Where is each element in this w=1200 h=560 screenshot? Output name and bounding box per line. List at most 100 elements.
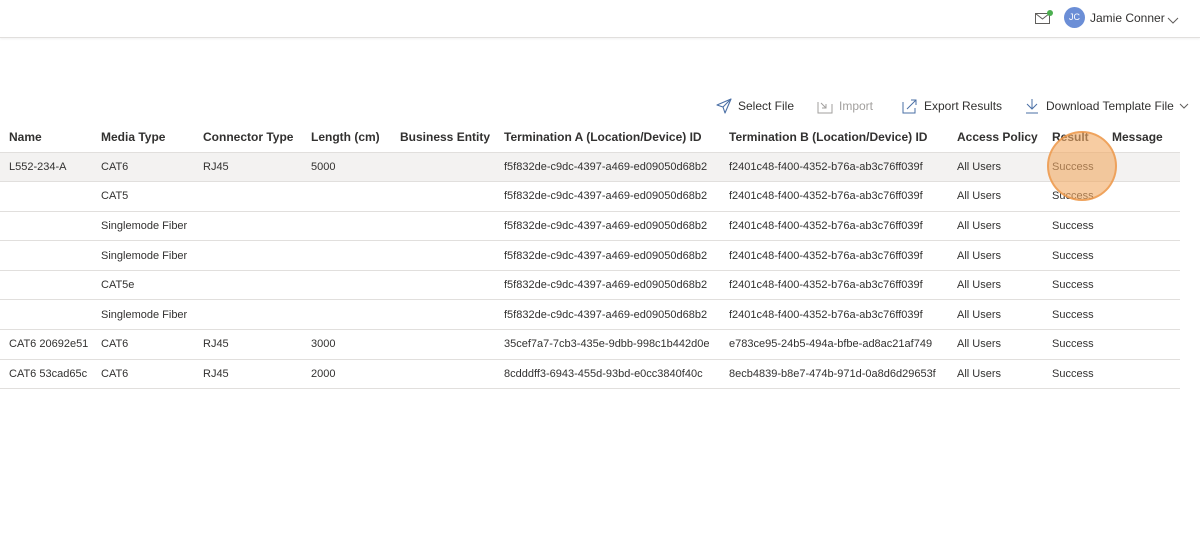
cell-length xyxy=(302,211,391,242)
cell-connector-type: RJ45 xyxy=(194,152,302,183)
cell-termination-a: 35cef7a7-7cb3-435e-9dbb-998c1b442d0e xyxy=(495,329,720,360)
cell-media-type: Singlemode Fiber xyxy=(92,240,194,271)
cell-name: CAT6 53cad65c xyxy=(0,359,92,390)
column-header-termination-b[interactable]: Termination B (Location/Device) ID xyxy=(720,123,948,153)
cell-termination-b: 8ecb4839-b8e7-474b-971d-0a8d6d29653f xyxy=(720,359,948,390)
cell-name: CAT6 20692e51 xyxy=(0,329,92,360)
cell-connector-type xyxy=(194,240,302,271)
cell-termination-b: f2401c48-f400-4352-b76a-ab3c76ff039f xyxy=(720,181,948,212)
cell-length: 2000 xyxy=(302,359,391,390)
cell-media-type: Singlemode Fiber xyxy=(92,299,194,331)
cell-business-entity xyxy=(391,181,495,212)
column-header-connector-type[interactable]: Connector Type xyxy=(194,123,302,153)
notification-dot-icon xyxy=(1047,10,1053,16)
cell-termination-a: f5f832de-c9dc-4397-a469-ed09050d68b2 xyxy=(495,211,720,242)
cell-result: Success xyxy=(1043,211,1103,242)
export-results-label: Export Results xyxy=(924,99,1003,113)
cell-access-policy: All Users xyxy=(948,152,1043,183)
cell-business-entity xyxy=(391,211,495,242)
cell-business-entity xyxy=(391,359,495,390)
cell-access-policy: All Users xyxy=(948,329,1043,360)
cell-result: Success xyxy=(1043,152,1103,183)
avatar[interactable]: JC xyxy=(1064,7,1085,28)
table-row[interactable]: Singlemode Fiber f5f832de-c9dc-4397-a469… xyxy=(0,240,1180,271)
import-label: Import xyxy=(839,99,874,113)
cell-access-policy: All Users xyxy=(948,359,1043,390)
chevron-down-icon[interactable] xyxy=(1179,102,1189,110)
chevron-down-icon[interactable] xyxy=(1167,12,1179,24)
cell-message xyxy=(1103,270,1180,301)
import-button[interactable]: Import xyxy=(817,95,873,117)
cell-termination-a: f5f832de-c9dc-4397-a469-ed09050d68b2 xyxy=(495,181,720,212)
table-row[interactable]: Singlemode Fiber f5f832de-c9dc-4397-a469… xyxy=(0,211,1180,242)
column-header-message[interactable]: Message xyxy=(1103,123,1180,153)
cell-business-entity xyxy=(391,152,495,183)
cell-result: Success xyxy=(1043,181,1103,212)
select-file-button[interactable]: Select File xyxy=(716,95,794,117)
cell-media-type: CAT6 xyxy=(92,359,194,390)
cell-termination-b: f2401c48-f400-4352-b76a-ab3c76ff039f xyxy=(720,152,948,183)
cell-media-type: Singlemode Fiber xyxy=(92,211,194,242)
column-header-length[interactable]: Length (cm) xyxy=(302,123,391,153)
cell-message xyxy=(1103,240,1180,271)
cell-message xyxy=(1103,329,1180,360)
cell-name xyxy=(0,181,92,212)
top-header-bar: JC Jamie Conner xyxy=(0,0,1200,38)
cell-message xyxy=(1103,152,1180,183)
user-name[interactable]: Jamie Conner xyxy=(1090,11,1165,25)
mail-icon[interactable] xyxy=(1034,9,1054,27)
cell-termination-b: f2401c48-f400-4352-b76a-ab3c76ff039f xyxy=(720,211,948,242)
cell-length: 5000 xyxy=(302,152,391,183)
table-header-row: Name Media Type Connector Type Length (c… xyxy=(0,123,1180,153)
column-header-media-type[interactable]: Media Type xyxy=(92,123,194,153)
cell-termination-b: f2401c48-f400-4352-b76a-ab3c76ff039f xyxy=(720,299,948,331)
cell-name xyxy=(0,240,92,271)
cell-termination-a: f5f832de-c9dc-4397-a469-ed09050d68b2 xyxy=(495,270,720,301)
cell-access-policy: All Users xyxy=(948,211,1043,242)
column-header-termination-a[interactable]: Termination A (Location/Device) ID xyxy=(495,123,720,153)
cell-result: Success xyxy=(1043,329,1103,360)
cell-connector-type xyxy=(194,299,302,331)
cell-media-type: CAT6 xyxy=(92,152,194,183)
cell-length xyxy=(302,181,391,212)
cell-termination-a: 8cdddff3-6943-455d-93bd-e0cc3840f40c xyxy=(495,359,720,390)
import-icon xyxy=(817,102,833,114)
download-template-button[interactable]: Download Template File xyxy=(1024,95,1189,117)
table-row[interactable]: CAT6 20692e51 CAT6 RJ45 3000 35cef7a7-7c… xyxy=(0,329,1180,360)
cell-termination-b: e783ce95-24b5-494a-bfbe-ad8ac21af749 xyxy=(720,329,948,360)
table-row[interactable]: CAT5e f5f832de-c9dc-4397-a469-ed09050d68… xyxy=(0,270,1180,301)
cell-message xyxy=(1103,211,1180,242)
cell-name xyxy=(0,299,92,331)
table-row[interactable]: Singlemode Fiber f5f832de-c9dc-4397-a469… xyxy=(0,299,1180,331)
cell-access-policy: All Users xyxy=(948,181,1043,212)
table-row[interactable]: CAT6 53cad65c CAT6 RJ45 2000 8cdddff3-69… xyxy=(0,359,1180,390)
cell-result: Success xyxy=(1043,240,1103,271)
cell-length xyxy=(302,299,391,331)
cell-name xyxy=(0,211,92,242)
cell-name xyxy=(0,270,92,301)
download-icon xyxy=(1026,99,1038,114)
export-results-button[interactable]: Export Results xyxy=(902,95,1002,117)
import-results-table: Name Media Type Connector Type Length (c… xyxy=(0,123,1180,390)
cell-length xyxy=(302,270,391,301)
cell-media-type: CAT6 xyxy=(92,329,194,360)
cell-business-entity xyxy=(391,299,495,331)
download-template-label: Download Template File xyxy=(1046,99,1174,113)
cell-termination-a: f5f832de-c9dc-4397-a469-ed09050d68b2 xyxy=(495,240,720,271)
table-row[interactable]: CAT5 f5f832de-c9dc-4397-a469-ed09050d68b… xyxy=(0,181,1180,212)
column-header-result[interactable]: Result xyxy=(1043,123,1103,153)
column-header-access-policy[interactable]: Access Policy xyxy=(948,123,1043,153)
cell-connector-type: RJ45 xyxy=(194,359,302,390)
column-header-business-entity[interactable]: Business Entity xyxy=(391,123,495,153)
cell-business-entity xyxy=(391,329,495,360)
cell-access-policy: All Users xyxy=(948,240,1043,271)
cell-connector-type: RJ45 xyxy=(194,329,302,360)
table-row[interactable]: L552-234-A CAT6 RJ45 5000 f5f832de-c9dc-… xyxy=(0,152,1180,183)
select-file-label: Select File xyxy=(738,99,795,113)
command-toolbar: Select File Import Export Results Downlo… xyxy=(0,92,1200,118)
cell-message xyxy=(1103,299,1180,331)
column-header-name[interactable]: Name xyxy=(0,123,92,153)
cell-business-entity xyxy=(391,270,495,301)
cell-media-type: CAT5e xyxy=(92,270,194,301)
cell-termination-b: f2401c48-f400-4352-b76a-ab3c76ff039f xyxy=(720,270,948,301)
